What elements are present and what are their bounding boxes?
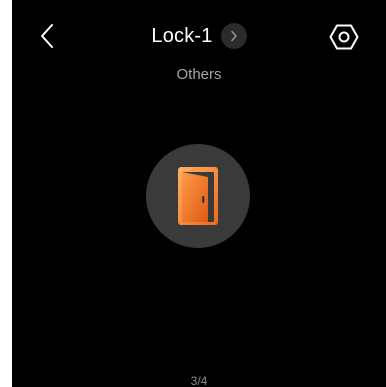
device-control-button[interactable]: [146, 144, 250, 248]
next-device-button[interactable]: [220, 23, 247, 49]
chevron-right-icon: [230, 30, 237, 42]
settings-button[interactable]: [326, 19, 362, 55]
category-label: Others: [176, 66, 222, 83]
device-title: Lock-1: [151, 24, 213, 47]
header-bar: Lock-1: [12, 16, 386, 56]
device-screen: Lock-1 Others 3/4: [12, 0, 386, 387]
door-icon: [178, 167, 218, 225]
hexagon-settings-icon: [329, 24, 359, 50]
page-indicator: 3/4: [190, 374, 208, 387]
